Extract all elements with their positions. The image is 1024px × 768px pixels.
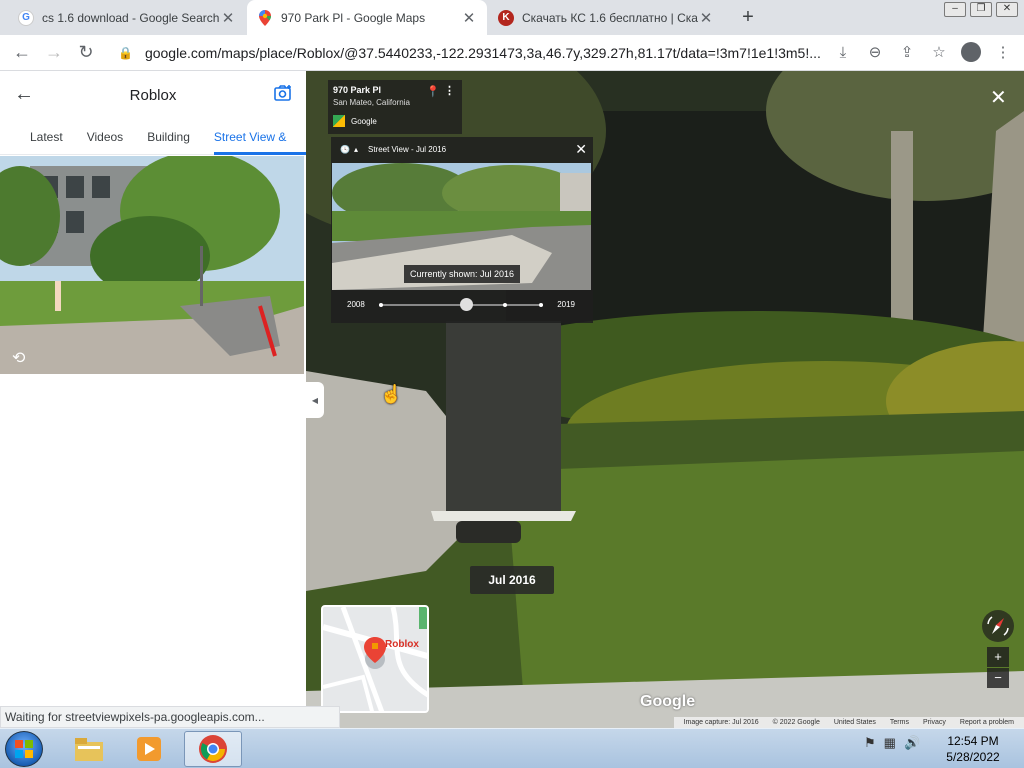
tab-cs-download[interactable]: K Скачать КС 1.6 бесплатно | Скачать ✕ bbox=[488, 0, 724, 35]
window-controls: – ❐ ✕ bbox=[944, 2, 1018, 17]
privacy-link[interactable]: Privacy bbox=[923, 717, 946, 728]
close-tab-icon[interactable]: ✕ bbox=[461, 9, 477, 27]
hand-cursor-icon: ☝ bbox=[380, 384, 403, 404]
place-city: San Mateo, California bbox=[333, 98, 410, 107]
image-source: Google bbox=[333, 115, 457, 127]
system-tray: ⚑ ▦ 🔊 bbox=[864, 735, 920, 751]
cs-site-icon: K bbox=[498, 9, 514, 26]
back-button[interactable]: ← bbox=[6, 37, 38, 69]
chrome-taskbar-button[interactable] bbox=[184, 731, 242, 767]
360-rotate-icon: ⟲ bbox=[12, 350, 26, 367]
windows-taskbar: ⚑ ▦ 🔊 12:54 PM 5/28/2022 bbox=[0, 728, 1024, 768]
toolbar-actions: ⤓ ⊖ ⇪ ☆ ⋮ bbox=[830, 39, 1016, 65]
timeline-stop[interactable] bbox=[503, 303, 507, 307]
place-info-card: 970 Park Pl San Mateo, California Google… bbox=[328, 80, 462, 134]
timeline-thumb[interactable] bbox=[459, 298, 473, 311]
clock-date: 5/28/2022 bbox=[946, 750, 1000, 764]
source-label: Google bbox=[351, 116, 377, 126]
reload-button[interactable]: ↻ bbox=[70, 37, 102, 69]
maximize-button[interactable]: ❐ bbox=[970, 2, 992, 17]
tab-strip: G cs 1.6 download - Google Search ✕ 970 … bbox=[0, 0, 1024, 35]
side-panel: ← Roblox Latest Videos Building Street V… bbox=[0, 71, 306, 728]
forward-button[interactable]: → bbox=[38, 37, 70, 69]
google-logo: Google bbox=[640, 693, 696, 710]
timeline-start-year: 2008 bbox=[347, 300, 365, 309]
time-machine-title: Street View - Jul 2016 bbox=[367, 145, 447, 154]
taskbar-clock[interactable]: 12:54 PM 5/28/2022 bbox=[936, 733, 1010, 765]
copyright: © 2022 Google bbox=[772, 719, 820, 726]
tab-street-view[interactable]: Street View & 360° bbox=[213, 119, 306, 180]
zoom-out-button[interactable]: − bbox=[987, 668, 1009, 688]
minimize-button[interactable]: – bbox=[944, 2, 966, 17]
timeline-slider[interactable]: 2008 2019 bbox=[331, 295, 593, 315]
region-link[interactable]: United States bbox=[834, 717, 876, 728]
profile-icon[interactable] bbox=[958, 39, 984, 65]
media-player-button[interactable] bbox=[120, 731, 178, 767]
more-options-icon[interactable]: ⋮ bbox=[444, 84, 455, 97]
place-title: Roblox bbox=[129, 86, 177, 104]
timeline-track[interactable] bbox=[379, 298, 543, 311]
terms-link[interactable]: Terms bbox=[890, 717, 909, 728]
close-window-button[interactable]: ✕ bbox=[996, 2, 1018, 17]
tab-google-search[interactable]: G cs 1.6 download - Google Search ✕ bbox=[8, 0, 246, 35]
close-time-machine-icon[interactable]: ✕ bbox=[575, 141, 587, 158]
new-tab-button[interactable]: + bbox=[736, 6, 760, 30]
volume-icon[interactable]: 🔊 bbox=[904, 735, 920, 751]
zoom-icon[interactable]: ⊖ bbox=[862, 39, 888, 65]
browser-toolbar: ← → ↻ 🔒 google.com/maps/place/Roblox/@37… bbox=[0, 35, 1024, 71]
tab-google-maps[interactable]: 970 Park Pl - Google Maps ✕ bbox=[247, 0, 487, 35]
time-machine-panel: 🕓 ▴ Street View - Jul 2016 ✕ Currently s… bbox=[331, 137, 593, 323]
tab-title: 970 Park Pl - Google Maps bbox=[281, 10, 426, 25]
history-clock-icon: 🕓 bbox=[340, 145, 350, 154]
address-bar[interactable]: 🔒 google.com/maps/place/Roblox/@37.54402… bbox=[110, 39, 820, 67]
zoom-in-button[interactable]: + bbox=[987, 647, 1009, 667]
compass-button[interactable] bbox=[982, 610, 1014, 642]
close-tab-icon[interactable]: ✕ bbox=[220, 9, 236, 27]
capture-date-badge: Jul 2016 bbox=[470, 566, 554, 594]
google-source-icon bbox=[333, 115, 345, 127]
file-explorer-button[interactable] bbox=[60, 731, 118, 767]
timeline-stop[interactable] bbox=[379, 303, 383, 307]
time-machine-header[interactable]: 🕓 ▴ Street View - Jul 2016 bbox=[331, 137, 593, 162]
start-button[interactable] bbox=[5, 731, 43, 767]
tab-building[interactable]: Building bbox=[147, 119, 190, 155]
url-text: google.com/maps/place/Roblox/@37.5440233… bbox=[144, 45, 820, 61]
clock-time: 12:54 PM bbox=[947, 734, 999, 748]
street-view-thumbnail[interactable] bbox=[0, 156, 304, 374]
close-street-view-icon[interactable]: ✕ bbox=[990, 85, 1007, 110]
close-tab-icon[interactable]: ✕ bbox=[698, 9, 714, 27]
network-icon[interactable]: ▦ bbox=[884, 735, 896, 751]
report-problem-link[interactable]: Report a problem bbox=[960, 717, 1014, 728]
tab-title: Скачать КС 1.6 бесплатно | Скачать bbox=[522, 10, 698, 25]
network-warning-icon[interactable]: ⚑ bbox=[864, 735, 876, 751]
caret-up-icon: ▴ bbox=[353, 145, 358, 154]
currently-shown-tooltip: Currently shown: Jul 2016 bbox=[404, 265, 521, 283]
minimap-place-label: Roblox bbox=[385, 639, 419, 650]
tab-title: cs 1.6 download - Google Search bbox=[42, 10, 220, 25]
maps-pin-icon bbox=[257, 9, 273, 26]
browser-status-bar: Waiting for streetviewpixels-pa.googleap… bbox=[0, 706, 340, 728]
timeline-end-year: 2019 bbox=[557, 300, 575, 309]
timeline-stop[interactable] bbox=[539, 303, 543, 307]
tab-latest[interactable]: Latest bbox=[30, 119, 63, 155]
share-icon[interactable]: ⇪ bbox=[894, 39, 920, 65]
tab-videos[interactable]: Videos bbox=[87, 119, 123, 155]
location-pin-icon[interactable]: 📍 bbox=[426, 85, 440, 98]
street-view-footer: Image capture: Jul 2016 © 2022 Google Un… bbox=[674, 717, 1024, 728]
image-capture-date: Image capture: Jul 2016 bbox=[683, 719, 759, 726]
panel-header: ← Roblox bbox=[0, 71, 306, 119]
mini-map[interactable]: Roblox bbox=[321, 605, 429, 713]
add-photo-icon[interactable] bbox=[274, 85, 292, 106]
lock-icon[interactable]: 🔒 bbox=[118, 46, 133, 60]
back-arrow-icon[interactable]: ← bbox=[14, 83, 34, 106]
collapse-panel-button[interactable]: ◀ bbox=[306, 382, 324, 418]
photo-category-tabs: Latest Videos Building Street View & 360… bbox=[0, 119, 306, 180]
menu-kebab-icon[interactable]: ⋮ bbox=[990, 39, 1016, 65]
google-g-icon: G bbox=[18, 9, 34, 26]
install-icon[interactable]: ⤓ bbox=[830, 39, 856, 65]
bookmark-star-icon[interactable]: ☆ bbox=[926, 39, 952, 65]
